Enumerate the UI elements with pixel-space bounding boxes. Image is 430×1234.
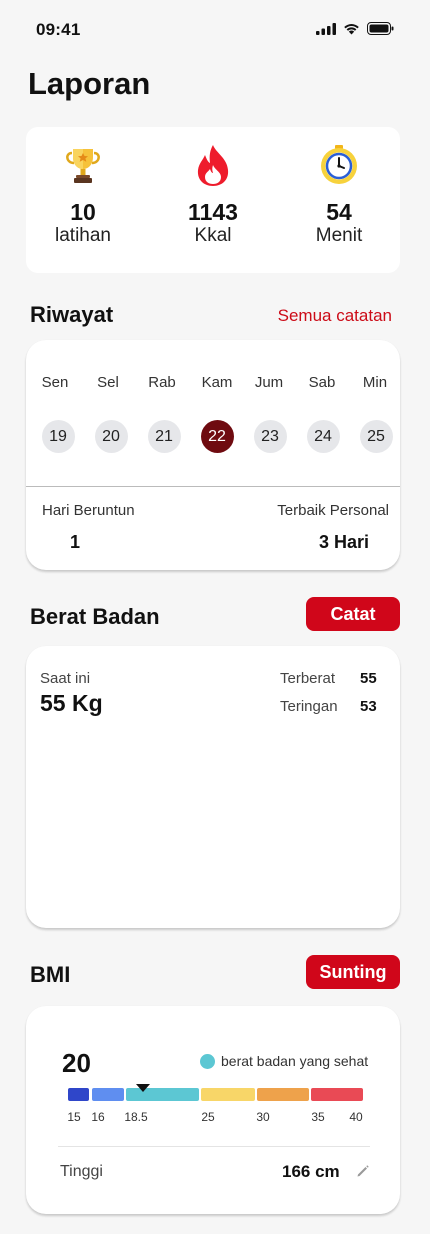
minutes-value: 54 [326,199,352,225]
lightest-value: 53 [360,698,377,715]
day-name: Sel [97,374,119,391]
bmi-card: 20 berat badan yang sehat 15 16 18.5 25 … [26,1006,400,1214]
all-records-link[interactable]: Semua catatan [278,306,392,326]
flame-icon [158,143,268,187]
bmi-marker-icon [136,1084,150,1092]
date-button-19[interactable]: 19 [41,420,75,453]
date-button-25[interactable]: 25 [359,420,393,453]
bmi-scale-segment [257,1088,309,1101]
weight-title: Berat Badan [30,604,160,629]
record-weight-button[interactable]: Catat [306,597,400,631]
bmi-tick: 35 [311,1110,325,1124]
bmi-scale-segment [311,1088,363,1101]
dates-row: 19 20 21 22 23 24 25 [26,420,400,454]
cellular-signal-icon [316,22,336,35]
calories-value: 1143 [188,199,238,225]
day-name: Kam [201,374,233,391]
trophy-icon [28,143,138,187]
day-name: Sab [308,374,336,391]
wifi-icon [344,24,359,35]
legend-label: berat badan yang sehat [221,1053,369,1069]
height-value: 166 cm [282,1162,340,1181]
bmi-tick: 30 [256,1110,270,1124]
bmi-scale-segment [68,1088,89,1101]
workouts-value: 10 [70,199,96,225]
pencil-icon[interactable] [356,1164,370,1178]
day-names-row: Sen Sel Rab Kam Jum Sab Min [26,374,400,394]
day-name: Min [362,374,388,391]
personal-best-value: 3 Hari [318,532,369,552]
bmi-tick: 40 [349,1110,363,1124]
bmi-scale-segment [92,1088,124,1101]
streak-value: 1 [70,532,81,552]
date-button-21[interactable]: 21 [147,420,181,453]
bmi-tick: 25 [201,1110,215,1124]
date-button-22-selected[interactable]: 22 [200,420,234,453]
height-label: Tinggi [60,1163,103,1180]
page-title: Laporan [28,66,151,101]
personal-best-label: Terbaik Personal [277,502,389,519]
summary-card: 10 latihan 1143 Kkal 54 Menit [26,127,400,273]
day-name: Sen [41,374,69,391]
status-bar: 09:41 [0,0,430,58]
status-time: 09:41 [36,20,81,39]
current-weight-label: Saat ini [40,670,91,687]
date-button-24[interactable]: 24 [306,420,340,453]
stat-minutes: 54 Menit [284,143,394,247]
healthy-dot-icon [200,1053,215,1069]
streak-label: Hari Beruntun [42,502,135,519]
stat-workouts: 10 latihan [28,143,138,247]
lightest-label: Teringan [280,698,338,715]
stopwatch-icon [284,143,394,187]
current-weight-value: 55 Kg [40,690,103,716]
battery-icon [367,22,394,35]
edit-bmi-button[interactable]: Sunting [306,955,400,989]
calories-label: Kkal [194,225,232,246]
divider [26,486,400,487]
history-card: Sen Sel Rab Kam Jum Sab Min 19 20 21 22 … [26,340,400,570]
stat-calories: 1143 Kkal [158,143,268,247]
day-name: Jum [254,374,284,391]
bmi-tick: 16 [91,1110,105,1124]
minutes-label: Menit [315,225,363,246]
heaviest-value: 55 [360,670,377,687]
day-name: Rab [148,374,176,391]
bmi-scale-segment [201,1088,255,1101]
date-button-23[interactable]: 23 [253,420,287,453]
status-icons [316,22,394,35]
divider [58,1146,370,1147]
heaviest-label: Terberat [280,670,336,687]
date-button-20[interactable]: 20 [94,420,128,453]
bmi-tick: 18.5 [124,1110,148,1124]
workouts-label: latihan [55,225,111,246]
history-title: Riwayat [30,302,114,327]
bmi-legend: berat badan yang sehat [200,1053,368,1069]
weight-card: Saat ini 55 Kg Terberat 55 Teringan 53 [26,646,400,928]
bmi-title: BMI [30,962,71,987]
bmi-value: 20 [62,1048,91,1078]
